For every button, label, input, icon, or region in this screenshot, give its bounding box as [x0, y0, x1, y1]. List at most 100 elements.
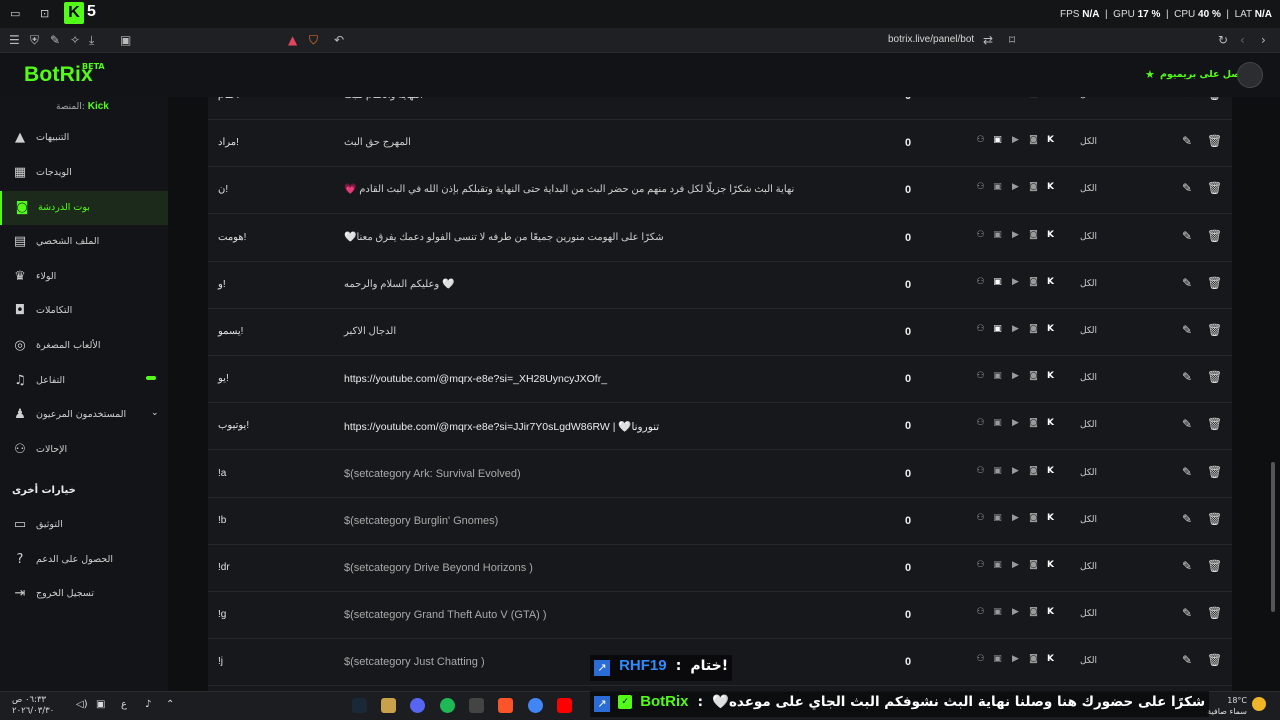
youtube-icon[interactable]: ▶	[1010, 97, 1021, 99]
sidebar-item-alerts[interactable]: ▲ التنبيهات	[0, 121, 168, 155]
twitch-platform-icon[interactable]: ▣	[992, 418, 1003, 429]
delete-icon[interactable]: 🗑	[1207, 417, 1222, 431]
twitch-platform-icon[interactable]: ▣	[992, 182, 1003, 193]
youtube-icon[interactable]: ▶	[1010, 277, 1021, 288]
kick-platform-icon[interactable]: K	[1045, 607, 1056, 618]
youtube-icon[interactable]: ▶	[1010, 466, 1021, 477]
brave-rewards-icon[interactable]: ▲	[288, 33, 297, 47]
kick-platform-icon[interactable]: K	[1045, 513, 1056, 524]
download-icon[interactable]: ⤓	[89, 33, 94, 48]
taskbar-weather[interactable]: 18°C سماء صافية	[1205, 695, 1247, 717]
sidebar-item-chatbot[interactable]: ◙ بوت الدردشة	[0, 191, 168, 225]
discord-icon[interactable]: ◙	[1028, 513, 1039, 524]
sidebar-item-support[interactable]: ? الحصول على الدعم	[0, 543, 168, 577]
youtube-icon[interactable]: ▶	[1010, 607, 1021, 618]
twitch-platform-icon[interactable]: ▣	[992, 513, 1003, 524]
twitch-platform-icon[interactable]: ▣	[992, 230, 1003, 241]
delete-icon[interactable]: 🗑	[1207, 181, 1222, 195]
reload-icon[interactable]: ↻	[1218, 33, 1228, 47]
chrome-icon[interactable]	[528, 698, 543, 713]
delete-icon[interactable]: 🗑	[1207, 97, 1222, 101]
discord-icon[interactable]: ◙	[1028, 182, 1039, 193]
discord-icon[interactable]: ◙	[1028, 560, 1039, 571]
spotify-icon[interactable]	[440, 698, 455, 713]
edit-icon[interactable]: ✎	[1182, 465, 1192, 479]
delete-icon[interactable]: 🗑	[1207, 512, 1222, 526]
nav-forward-icon[interactable]: ›	[1261, 33, 1266, 47]
youtube-platform-icon[interactable]: ⚇	[975, 277, 986, 288]
youtube-icon[interactable]: ▶	[1010, 513, 1021, 524]
tabs-icon[interactable]: ▣	[120, 33, 131, 47]
sidebar-item-logout[interactable]: ⇥ تسجيل الخروج	[0, 577, 168, 611]
twitch-platform-icon[interactable]: ▣	[992, 324, 1003, 335]
youtube-platform-icon[interactable]: ⚇	[975, 371, 986, 382]
share-icon[interactable]: ⇄	[983, 33, 993, 47]
brave-icon[interactable]	[498, 698, 513, 713]
address-bar-url[interactable]: botrix.live/panel/bot	[888, 34, 974, 45]
youtube-icon[interactable]: ▶	[1010, 560, 1021, 571]
edit-icon[interactable]: ✎	[1182, 276, 1192, 290]
tray-chevron-icon[interactable]: ⌃	[166, 699, 174, 710]
edit-icon[interactable]: ✎	[1182, 134, 1192, 148]
youtube-platform-icon[interactable]: ⚇	[975, 135, 986, 146]
discord-icon[interactable]: ◙	[1028, 371, 1039, 382]
edit-icon[interactable]: ✎	[1182, 606, 1192, 620]
sidebar-item-interaction[interactable]: ♫ التفاعل	[0, 364, 168, 398]
delete-icon[interactable]: 🗑	[1207, 134, 1222, 148]
kick-platform-icon[interactable]: K	[1045, 560, 1056, 571]
sidebar-item-sponsored-users[interactable]: ♟ المستخدمون المرعيون ⌄	[0, 398, 168, 432]
steam-icon[interactable]	[352, 698, 367, 713]
discord-icon[interactable]: ◙	[1028, 654, 1039, 665]
menu-icon[interactable]: ☰	[9, 33, 20, 47]
network-icon[interactable]: ▣	[96, 699, 105, 710]
youtube-platform-icon[interactable]: ⚇	[975, 97, 986, 99]
discord-icon[interactable]: ◙	[1028, 230, 1039, 241]
youtube-platform-icon[interactable]: ⚇	[975, 230, 986, 241]
app-icon-2[interactable]	[469, 698, 484, 713]
youtube-icon[interactable]: ▶	[1010, 418, 1021, 429]
discord-icon[interactable]: ◙	[1028, 607, 1039, 618]
edit-icon[interactable]: ✎	[1182, 97, 1192, 101]
youtube-platform-icon[interactable]: ⚇	[975, 654, 986, 665]
sidebar-item-referrals[interactable]: ⚇ الإحالات	[0, 433, 168, 467]
twitch-platform-icon[interactable]: ▣	[992, 654, 1003, 665]
shield-icon[interactable]: ⛨	[30, 33, 39, 48]
kick-platform-icon[interactable]: K	[1045, 418, 1056, 429]
record-icon[interactable]: ⊡	[40, 7, 49, 20]
kick-platform-icon[interactable]: K	[1045, 371, 1056, 382]
twitch-platform-icon[interactable]: ▣	[992, 466, 1003, 477]
twitch-platform-icon[interactable]: ▣	[992, 371, 1003, 382]
sidebar-item-loyalty[interactable]: ♛ الولاء	[0, 260, 168, 294]
youtube-icon[interactable]: ▶	[1010, 135, 1021, 146]
edit-icon[interactable]: ✎	[1182, 323, 1192, 337]
edit-icon[interactable]: ✎	[1182, 417, 1192, 431]
twitch-platform-icon[interactable]: ▣	[992, 277, 1003, 288]
youtube-platform-icon[interactable]: ⚇	[975, 607, 986, 618]
youtube-platform-icon[interactable]: ⚇	[975, 560, 986, 571]
taskbar-clock[interactable]: ٠٦:٣٣ ص ٢٠٢٦/٠٣/٣٠	[12, 695, 54, 717]
delete-icon[interactable]: 🗑	[1207, 606, 1222, 620]
delete-icon[interactable]: 🗑	[1207, 229, 1222, 243]
edit-icon[interactable]: ✎	[1182, 559, 1192, 573]
discord-icon[interactable]	[410, 698, 425, 713]
youtube-icon[interactable]: ▶	[1010, 371, 1021, 382]
app-icon[interactable]	[381, 698, 396, 713]
nav-back-icon[interactable]: ‹	[1240, 33, 1245, 47]
sparkle-icon[interactable]: ✧	[70, 33, 80, 47]
kick-platform-icon[interactable]: K	[1045, 324, 1056, 335]
kick-app-icon[interactable]: K	[64, 2, 84, 24]
delete-icon[interactable]: 🗑	[1207, 559, 1222, 573]
avatar[interactable]	[1237, 62, 1263, 88]
edit-icon[interactable]: ✎	[1182, 181, 1192, 195]
discord-icon[interactable]: ◙	[1028, 277, 1039, 288]
window-icon[interactable]: ▭	[10, 7, 20, 20]
sidebar-item-minigames[interactable]: ◎ الألعاب المصغرة	[0, 329, 168, 363]
kick-platform-icon[interactable]: K	[1045, 230, 1056, 241]
kick-platform-icon[interactable]: K	[1045, 654, 1056, 665]
kick-platform-icon[interactable]: K	[1045, 277, 1056, 288]
youtube-platform-icon[interactable]: ⚇	[975, 182, 986, 193]
speaker-icon[interactable]: ◁)	[76, 699, 88, 710]
twitch-platform-icon[interactable]: ▣	[992, 135, 1003, 146]
youtube-icon[interactable]: ▶	[1010, 324, 1021, 335]
extension-icon[interactable]: ✎	[50, 33, 60, 47]
